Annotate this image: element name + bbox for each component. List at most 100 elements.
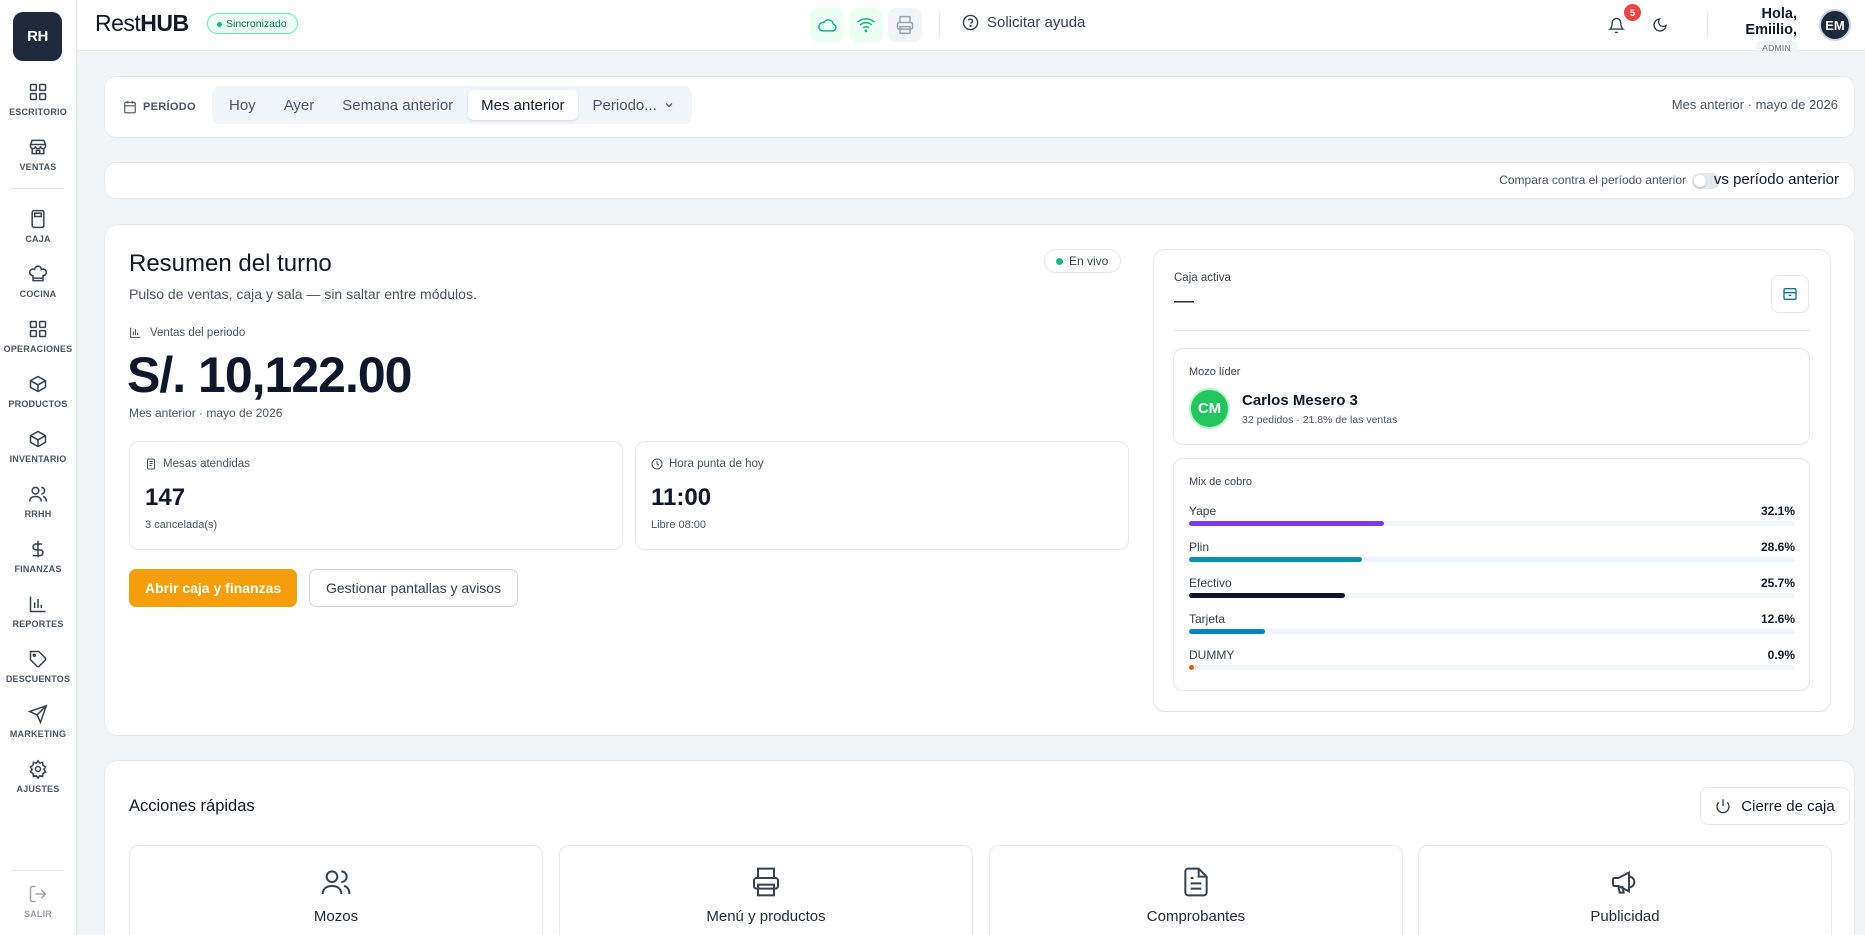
send-icon [28, 704, 48, 724]
caja-label: Caja activa [1174, 272, 1231, 284]
caja-panel: Caja activa — Mozo líder CM Carlos Meser… [1153, 249, 1831, 712]
sidebar-item-reportes[interactable]: REPORTES [0, 594, 76, 642]
hora-punta-value: 11:00 [651, 484, 712, 511]
help-button[interactable]: Solicitar ayuda [962, 14, 1085, 31]
sidebar-item-escritorio[interactable]: ESCRITORIO [0, 82, 76, 130]
resumen-title: Resumen del turno [129, 250, 332, 277]
sidebar: RH ESCRITORIO VENTAS CAJA COCINA OPERACI… [0, 0, 77, 935]
acciones-title: Acciones rápidas [129, 797, 255, 815]
quick-action-menu[interactable]: Menú y productos [559, 845, 973, 935]
notification-count-badge: 5 [1624, 4, 1641, 21]
period-option-custom[interactable]: Periodo... [580, 90, 688, 120]
period-label-text: PERÍODO [143, 101, 196, 113]
sidebar-item-ajustes[interactable]: AJUSTES [0, 759, 76, 807]
sales-label: Ventas del periodo [129, 326, 245, 339]
sidebar-item-label: PRODUCTOS [8, 399, 68, 409]
quick-action-label: Comprobantes [1146, 908, 1246, 925]
sidebar-item-label: OPERACIONES [3, 344, 73, 354]
period-option-ayer[interactable]: Ayer [271, 90, 328, 120]
period-option-mes-anterior[interactable]: Mes anterior [468, 90, 578, 120]
period-selector: Hoy Ayer Semana anterior Mes anterior Pe… [212, 86, 692, 124]
chef-hat-icon [29, 265, 47, 282]
mix-row-plin: Plin 28.6% [1189, 540, 1795, 566]
period-card: PERÍODO Hoy Ayer Semana anterior Mes ant… [104, 76, 1855, 138]
mesas-sub: 3 cancelada(s) [145, 519, 218, 531]
mix-row-track [1189, 629, 1795, 634]
quick-action-label: Menú y productos [706, 908, 826, 925]
sidebar-item-marketing[interactable]: MARKETING [0, 704, 76, 752]
quick-action-comprobantes[interactable]: Comprobantes [989, 845, 1403, 935]
logout-button[interactable]: SALIR [0, 884, 76, 932]
mix-row-fill [1189, 593, 1345, 598]
mix-row-yape: Yape 32.1% [1189, 504, 1795, 530]
mix-row-name: DUMMY [1189, 648, 1235, 662]
sidebar-item-caja[interactable]: CAJA [0, 209, 76, 257]
quick-action-publicidad[interactable]: Publicidad [1418, 845, 1832, 935]
document-icon [1184, 867, 1208, 897]
compare-card: Compara contra el período anterior vs pe… [104, 162, 1855, 199]
mix-row-percent: 32.1% [1760, 504, 1795, 518]
user-avatar[interactable]: EM [1819, 9, 1851, 41]
compare-hint: Compara contra el período anterior [1499, 173, 1686, 187]
sidebar-item-descuentos[interactable]: DESCUENTOS [0, 649, 76, 697]
logout-label: SALIR [24, 909, 52, 919]
greeting-text: Hola, Emiilio, [1745, 6, 1797, 38]
sidebar-item-label: VENTAS [19, 162, 57, 172]
clock-icon [651, 458, 663, 470]
open-caja-button[interactable]: Abrir caja y finanzas [129, 569, 298, 607]
cierre-caja-label: Cierre de caja [1741, 797, 1835, 815]
sidebar-item-operaciones[interactable]: OPERACIONES [0, 319, 76, 367]
printer-status-button[interactable] [888, 8, 922, 42]
mix-row-percent: 12.6% [1760, 612, 1795, 626]
period-option-semana-anterior[interactable]: Semana anterior [329, 90, 466, 120]
mesas-value: 147 [145, 484, 186, 511]
user-role-badge: ADMIN [1756, 41, 1797, 55]
megaphone-icon [1612, 871, 1636, 894]
moon-icon [1653, 18, 1667, 32]
cloud-status-button[interactable] [810, 8, 844, 42]
sidebar-item-label: INVENTARIO [9, 454, 67, 464]
mix-row-name: Tarjeta [1189, 612, 1226, 626]
theme-toggle-button[interactable] [1643, 8, 1677, 42]
box-icon [29, 375, 47, 393]
caja-divider [1174, 330, 1810, 331]
caja-action-button[interactable] [1771, 275, 1809, 313]
sidebar-item-label: COCINA [19, 289, 57, 299]
period-option-hoy[interactable]: Hoy [216, 90, 269, 120]
sidebar-item-finanzas[interactable]: FINANZAS [0, 539, 76, 587]
acciones-card: Acciones rápidas Cierre de caja Mozos Me… [104, 760, 1855, 935]
help-label: Solicitar ayuda [987, 14, 1086, 31]
users-icon [28, 486, 48, 502]
sidebar-item-label: REPORTES [12, 619, 64, 629]
brand-logo[interactable]: RestHUB [95, 10, 189, 37]
mesas-label-text: Mesas atendidas [163, 458, 250, 470]
mozo-label: Mozo líder [1189, 366, 1241, 378]
sidebar-item-rrhh[interactable]: RRHH [0, 484, 76, 532]
mix-row-track [1189, 557, 1795, 562]
power-icon [1716, 799, 1730, 814]
sidebar-item-cocina[interactable]: COCINA [0, 264, 76, 312]
brand-bold: HUB [140, 10, 189, 36]
sidebar-item-label: RRHH [24, 509, 52, 519]
quick-action-mozos[interactable]: Mozos [129, 845, 543, 935]
sidebar-item-label: MARKETING [9, 729, 67, 739]
mix-row-track [1189, 593, 1795, 598]
app-logo[interactable]: RH [13, 12, 62, 61]
calendar-icon [124, 101, 136, 114]
printer-icon [896, 15, 914, 35]
sidebar-item-ventas[interactable]: VENTAS [0, 137, 76, 185]
sidebar-item-inventario[interactable]: INVENTARIO [0, 429, 76, 477]
grid-icon [29, 83, 47, 101]
cierre-caja-button[interactable]: Cierre de caja [1700, 787, 1850, 825]
wifi-status-button[interactable] [849, 8, 883, 42]
mix-row-fill [1189, 629, 1266, 634]
logout-icon [29, 885, 47, 903]
sidebar-divider [12, 188, 64, 189]
manage-screens-button[interactable]: Gestionar pantallas y avisos [309, 569, 519, 607]
cash-drawer-icon [1783, 288, 1797, 300]
mix-label: Mix de cobro [1189, 476, 1252, 488]
sidebar-item-productos[interactable]: PRODUCTOS [0, 374, 76, 422]
mix-row-name: Plin [1189, 540, 1210, 554]
store-icon [29, 139, 47, 155]
compare-label: vs período anterior [1713, 171, 1839, 188]
